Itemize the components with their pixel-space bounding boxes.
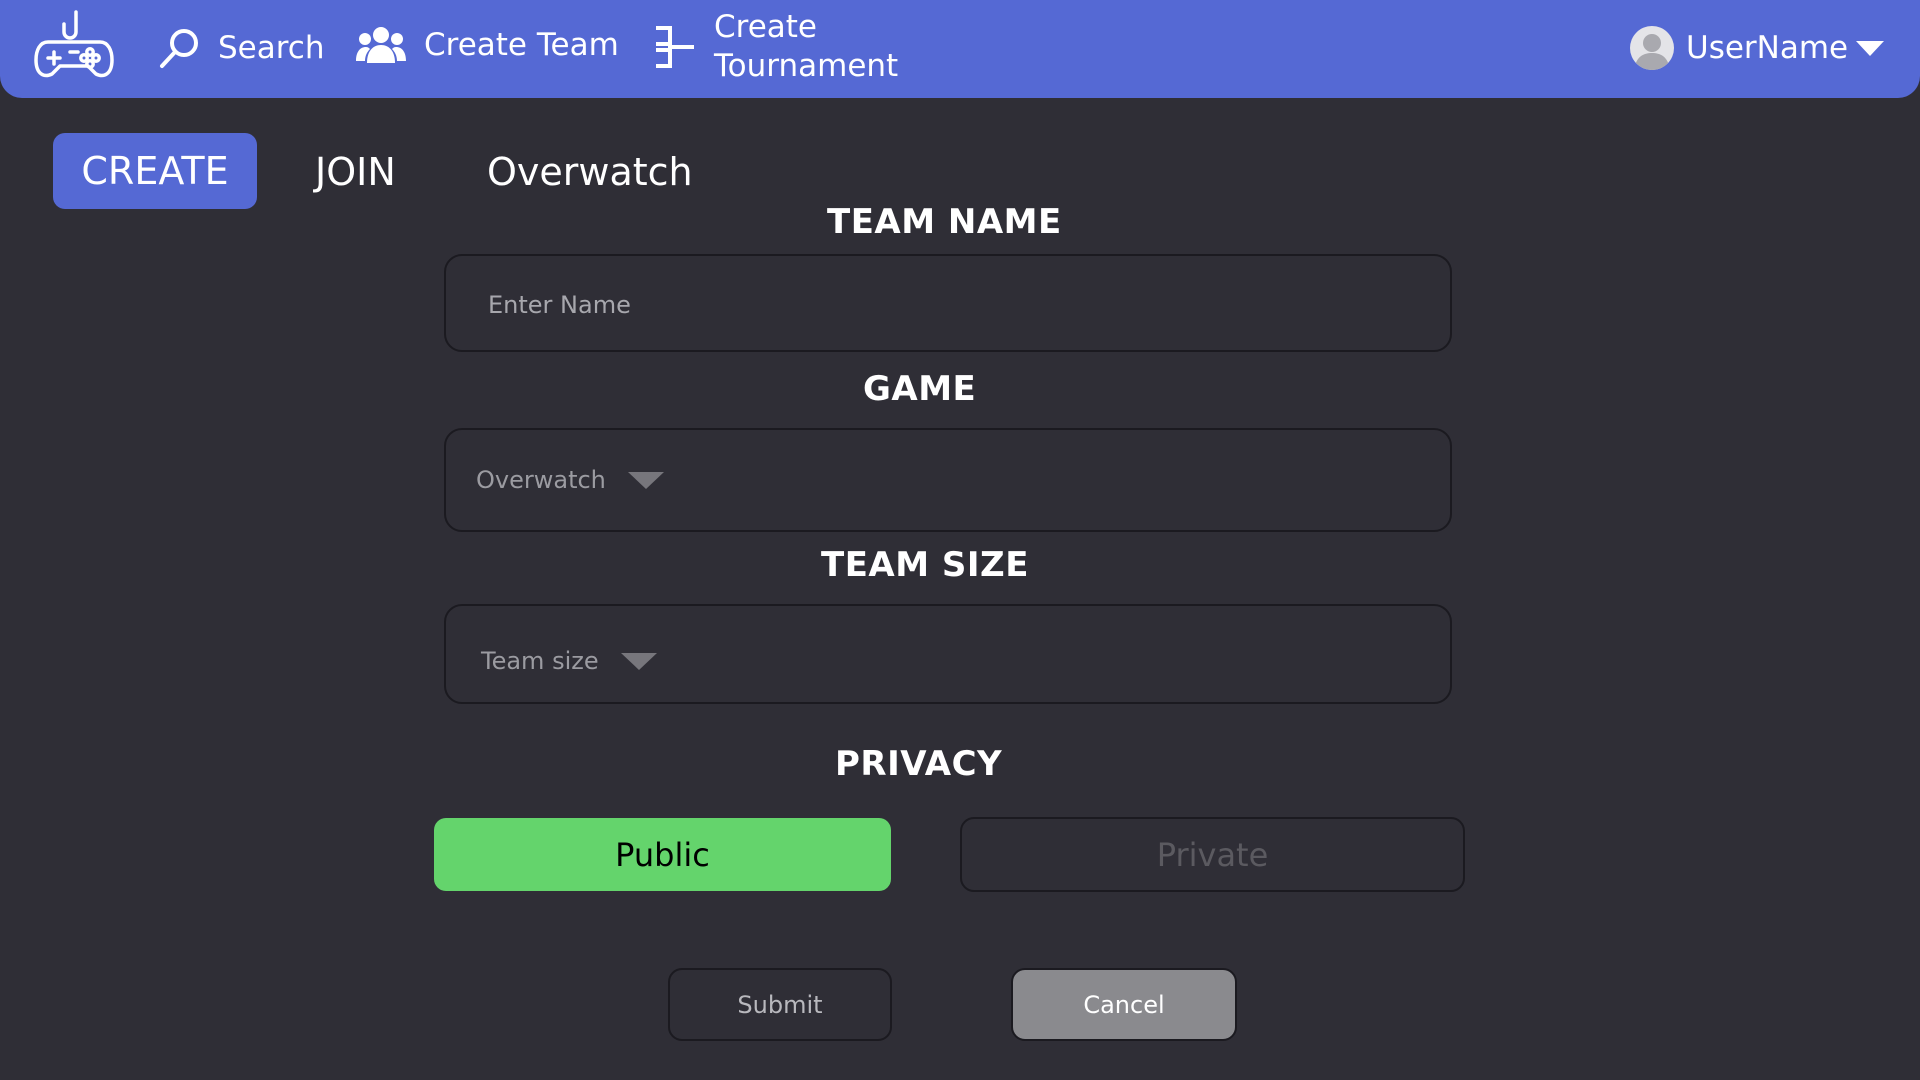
chevron-down-icon	[1856, 40, 1885, 56]
private-button[interactable]: Private	[960, 817, 1465, 892]
bracket-icon	[656, 26, 694, 68]
submit-button-label: Submit	[737, 990, 823, 1019]
tab-create[interactable]: CREATE	[53, 133, 257, 209]
team-size-select-text: Team size	[481, 647, 599, 675]
chevron-down-icon	[620, 652, 657, 670]
user-avatar-icon	[1630, 26, 1674, 70]
cancel-button[interactable]: Cancel	[1011, 968, 1237, 1041]
team-name-input[interactable]	[486, 290, 1390, 320]
team-size-label: TEAM SIZE	[821, 545, 1029, 585]
username-label: UserName	[1686, 30, 1849, 66]
gamepad-icon[interactable]	[34, 8, 114, 84]
users-icon	[356, 27, 406, 63]
game-select-value[interactable]: Overwatch	[476, 466, 664, 494]
nav-search-label: Search	[218, 30, 325, 66]
nav-search[interactable]: Search	[158, 26, 325, 70]
team-name-field	[444, 254, 1452, 352]
search-icon	[160, 29, 198, 68]
nav-create-tournament-label: Create Tournament	[714, 9, 899, 84]
nav-create-team[interactable]: Create Team	[356, 26, 619, 64]
public-button[interactable]: Public	[434, 818, 891, 891]
top-navbar: Search Create Team Create Tournament Use…	[0, 0, 1920, 98]
team-name-label: TEAM NAME	[827, 202, 1062, 242]
chevron-down-icon	[627, 471, 664, 489]
tab-create-label: CREATE	[81, 149, 229, 193]
privacy-label: PRIVACY	[835, 744, 1003, 784]
user-menu[interactable]: UserName	[1630, 26, 1885, 70]
game-label: GAME	[863, 369, 977, 409]
submit-button[interactable]: Submit	[668, 968, 892, 1041]
public-button-label: Public	[615, 835, 710, 874]
private-button-label: Private	[1156, 835, 1269, 874]
team-size-select[interactable]: Team size	[444, 604, 1452, 704]
nav-create-team-label: Create Team	[424, 27, 619, 63]
tab-join[interactable]: JOIN	[315, 150, 396, 194]
nav-create-tournament[interactable]: Create Tournament	[654, 8, 914, 86]
cancel-button-label: Cancel	[1083, 990, 1165, 1019]
game-select-text: Overwatch	[476, 466, 606, 494]
team-size-select-value[interactable]: Team size	[481, 647, 657, 675]
tab-game-overwatch[interactable]: Overwatch	[487, 150, 693, 194]
game-select[interactable]: Overwatch	[444, 428, 1452, 532]
